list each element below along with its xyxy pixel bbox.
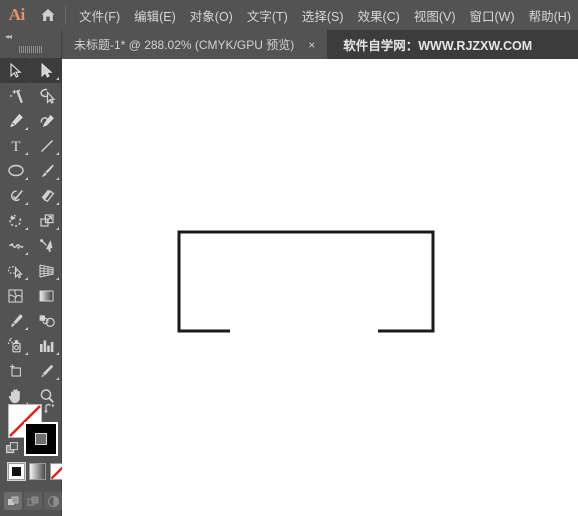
slice-tool[interactable] [31, 358, 62, 383]
tool-flyout-corner-icon [25, 127, 28, 130]
tool-flyout-corner-icon [56, 77, 59, 80]
svg-text:T: T [11, 139, 20, 155]
tool-flyout-corner-icon [25, 352, 28, 355]
stroke-color-swatch[interactable] [24, 422, 58, 456]
selection-tool[interactable] [0, 58, 31, 83]
paintbrush-tool[interactable] [31, 158, 62, 183]
menu-select[interactable]: 选择(S) [295, 0, 351, 30]
panel-drag-grip[interactable] [0, 43, 61, 56]
menu-view[interactable]: 视图(V) [407, 0, 463, 30]
color-mode-button[interactable] [7, 462, 26, 481]
app-logo: Ai [8, 5, 25, 24]
eyedropper-tool[interactable] [0, 308, 31, 333]
menu-help[interactable]: 帮助(H) [522, 0, 578, 30]
tool-flyout-corner-icon [56, 377, 59, 380]
shaper-tool[interactable] [0, 183, 31, 208]
perspective-grid-tool[interactable] [31, 258, 62, 283]
tool-flyout-corner-icon [25, 152, 28, 155]
mesh-tool[interactable] [0, 283, 31, 308]
draw-inside-button[interactable] [44, 492, 62, 510]
tool-flyout-corner-icon [25, 252, 28, 255]
tools-panel: ◂◂ T [0, 30, 67, 516]
tool-flyout-corner-icon [56, 202, 59, 205]
tool-flyout-corner-icon [56, 352, 59, 355]
collapse-panel-icon[interactable]: ◂◂ [0, 30, 61, 43]
tool-flyout-corner-icon [25, 202, 28, 205]
open-rectangle-path[interactable] [62, 59, 578, 516]
magic-wand-tool[interactable] [0, 83, 31, 108]
default-fill-stroke-icon[interactable] [6, 442, 19, 455]
tool-flyout-corner-icon [25, 227, 28, 230]
draw-behind-button[interactable] [24, 492, 42, 510]
menu-type[interactable]: 文字(T) [240, 0, 295, 30]
illustrator-window: Ai 文件(F) 编辑(E) 对象(O) 文字(T) 选择(S) 效果(C) 视… [0, 0, 578, 516]
fill-mode-row [7, 462, 67, 481]
blend-tool[interactable] [31, 308, 62, 333]
menu-file[interactable]: 文件(F) [72, 0, 127, 30]
home-icon[interactable] [34, 0, 64, 30]
color-controls [0, 400, 67, 516]
tool-flyout-corner-icon [56, 227, 59, 230]
menu-object[interactable]: 对象(O) [183, 0, 240, 30]
tool-grid: T [0, 58, 62, 408]
line-segment-tool[interactable] [31, 133, 62, 158]
menu-window[interactable]: 窗口(W) [463, 0, 522, 30]
tool-flyout-corner-icon [56, 177, 59, 180]
column-graph-tool[interactable] [31, 333, 62, 358]
draw-mode-row [4, 492, 62, 510]
menu-edit[interactable]: 编辑(E) [127, 0, 183, 30]
tool-flyout-corner-icon [25, 177, 28, 180]
type-tool[interactable]: T [0, 133, 31, 158]
scale-tool[interactable] [31, 208, 62, 233]
width-tool[interactable] [0, 233, 31, 258]
close-icon[interactable]: × [304, 39, 319, 51]
tool-flyout-corner-icon [56, 277, 59, 280]
rotate-tool[interactable] [0, 208, 31, 233]
eraser-tool[interactable] [31, 183, 62, 208]
ellipse-tool[interactable] [0, 158, 31, 183]
watermark-label: 软件自学网：WWW.RJZXW.COM [343, 39, 533, 53]
document-tab[interactable]: 未标题-1* @ 288.02% (CMYK/GPU 预览) × [62, 30, 328, 59]
menu-separator [65, 6, 67, 24]
lasso-tool[interactable] [31, 83, 62, 108]
tool-flyout-corner-icon [56, 152, 59, 155]
free-transform-tool[interactable] [31, 233, 62, 258]
draw-normal-button[interactable] [4, 492, 22, 510]
menu-effect[interactable]: 效果(C) [350, 0, 406, 30]
stroke-inner-square [35, 433, 47, 445]
gradient-mode-button[interactable] [29, 463, 46, 480]
tool-flyout-corner-icon [25, 327, 28, 330]
swap-fill-stroke-icon[interactable] [43, 402, 57, 416]
artboard-tool[interactable] [0, 358, 31, 383]
shape-builder-tool[interactable] [0, 258, 31, 283]
document-canvas[interactable] [62, 59, 578, 516]
menu-bar: Ai 文件(F) 编辑(E) 对象(O) 文字(T) 选择(S) 效果(C) 视… [0, 0, 578, 30]
tool-flyout-corner-icon [25, 277, 28, 280]
pen-tool[interactable] [0, 108, 31, 133]
direct-selection-tool[interactable] [31, 58, 62, 83]
gradient-tool[interactable] [31, 283, 62, 308]
symbol-sprayer-tool[interactable] [0, 333, 31, 358]
curvature-tool[interactable] [31, 108, 62, 133]
document-tab-label: 未标题-1* @ 288.02% (CMYK/GPU 预览) [74, 38, 295, 52]
document-tab-bar: 未标题-1* @ 288.02% (CMYK/GPU 预览) × 软件自学网：W… [0, 30, 578, 59]
